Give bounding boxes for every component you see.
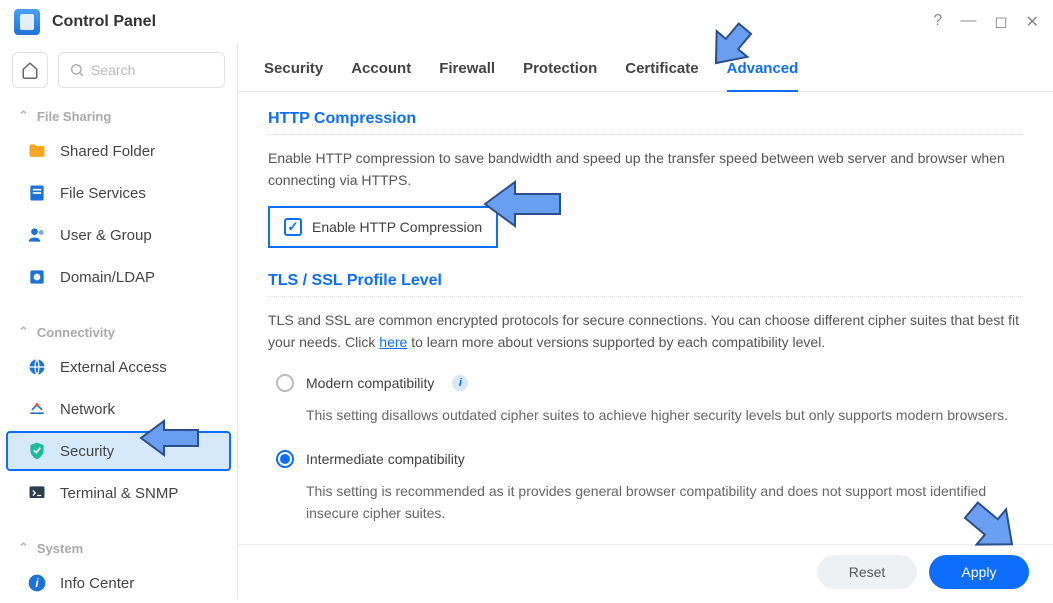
user-group-icon [26, 224, 48, 246]
chevron-up-icon: ⌃ [18, 540, 29, 556]
sidebar-item-label: Security [60, 443, 114, 460]
tls-here-link[interactable]: here [379, 334, 407, 350]
tab-firewall[interactable]: Firewall [439, 60, 495, 91]
file-services-icon [26, 182, 48, 204]
chevron-up-icon: ⌃ [18, 108, 29, 124]
terminal-icon [26, 482, 48, 504]
sidebar-item-user-group[interactable]: User & Group [6, 215, 231, 255]
group-label: System [37, 541, 83, 556]
tab-certificate[interactable]: Certificate [625, 60, 698, 91]
maximize-icon[interactable]: ◻ [994, 12, 1007, 32]
intermediate-desc: This setting is recommended as it provid… [268, 474, 1023, 543]
panel-body[interactable]: HTTP Compression Enable HTTP compression… [238, 92, 1053, 599]
radio-selected-icon [276, 450, 294, 468]
checkbox-checked-icon: ✓ [284, 218, 302, 236]
reset-button[interactable]: Reset [817, 555, 917, 589]
folder-icon [26, 140, 48, 162]
group-connectivity[interactable]: ⌃ Connectivity [0, 314, 237, 346]
window-title: Control Panel [52, 13, 156, 31]
group-label: File Sharing [37, 109, 111, 124]
help-icon[interactable]: ? [933, 12, 942, 32]
section-title-http-compression: HTTP Compression [268, 110, 1023, 135]
search-icon [69, 62, 85, 78]
radio-modern-compatibility[interactable]: Modern compatibility i [268, 368, 1023, 398]
sidebar-item-shared-folder[interactable]: Shared Folder [6, 131, 231, 171]
home-button[interactable] [12, 52, 48, 88]
sidebar-item-external-access[interactable]: External Access [6, 347, 231, 387]
domain-ldap-icon [26, 266, 48, 288]
radio-intermediate-compatibility[interactable]: Intermediate compatibility [268, 444, 1023, 474]
shield-icon [26, 440, 48, 462]
info-icon: i [26, 572, 48, 594]
app-icon [14, 9, 40, 35]
sidebar-item-label: Info Center [60, 575, 134, 592]
checkbox-label: Enable HTTP Compression [312, 219, 482, 235]
enable-http-compression-checkbox[interactable]: ✓ Enable HTTP Compression [268, 206, 498, 248]
sidebar-item-network[interactable]: Network [6, 389, 231, 429]
sidebar-item-label: Shared Folder [60, 143, 155, 160]
sidebar-item-file-services[interactable]: File Services [6, 173, 231, 213]
network-icon [26, 398, 48, 420]
tab-security[interactable]: Security [264, 60, 323, 91]
tab-advanced[interactable]: Advanced [727, 60, 799, 91]
apply-button[interactable]: Apply [929, 555, 1029, 589]
modern-desc: This setting disallows outdated cipher s… [268, 398, 1023, 444]
group-system[interactable]: ⌃ System [0, 530, 237, 562]
sidebar-item-label: Network [60, 401, 115, 418]
tab-bar: Security Account Firewall Protection Cer… [238, 44, 1053, 92]
http-compression-desc: Enable HTTP compression to save bandwidt… [268, 147, 1023, 192]
sidebar: ⌃ File Sharing Shared Folder File Servic… [0, 44, 238, 599]
tab-protection[interactable]: Protection [523, 60, 597, 91]
chevron-up-icon: ⌃ [18, 324, 29, 340]
group-label: Connectivity [37, 325, 115, 340]
sidebar-item-domain-ldap[interactable]: Domain/LDAP [6, 257, 231, 297]
main-panel: Security Account Firewall Protection Cer… [238, 44, 1053, 599]
sidebar-item-label: User & Group [60, 227, 152, 244]
home-icon [21, 61, 39, 79]
radio-label: Intermediate compatibility [306, 451, 465, 467]
sidebar-item-label: File Services [60, 185, 146, 202]
search-box[interactable] [58, 52, 225, 88]
sidebar-item-label: Domain/LDAP [60, 269, 155, 286]
window-controls: ? — ◻ ✕ [933, 12, 1039, 32]
section-title-tls: TLS / SSL Profile Level [268, 272, 1023, 297]
info-dot-icon[interactable]: i [452, 375, 468, 391]
sidebar-item-label: External Access [60, 359, 167, 376]
close-icon[interactable]: ✕ [1026, 12, 1039, 32]
tls-desc: TLS and SSL are common encrypted protoco… [268, 309, 1023, 354]
radio-icon [276, 374, 294, 392]
tab-account[interactable]: Account [351, 60, 411, 91]
radio-label: Modern compatibility [306, 375, 434, 391]
sidebar-item-label: Terminal & SNMP [60, 485, 178, 502]
sidebar-item-security[interactable]: Security [6, 431, 231, 471]
titlebar: Control Panel ? — ◻ ✕ [0, 0, 1053, 44]
sidebar-item-info-center[interactable]: i Info Center [6, 563, 231, 603]
search-input[interactable] [91, 62, 214, 78]
sidebar-item-terminal-snmp[interactable]: Terminal & SNMP [6, 473, 231, 513]
group-file-sharing[interactable]: ⌃ File Sharing [0, 98, 237, 130]
external-access-icon [26, 356, 48, 378]
footer-bar: Reset Apply [238, 544, 1053, 599]
minimize-icon[interactable]: — [960, 12, 976, 32]
